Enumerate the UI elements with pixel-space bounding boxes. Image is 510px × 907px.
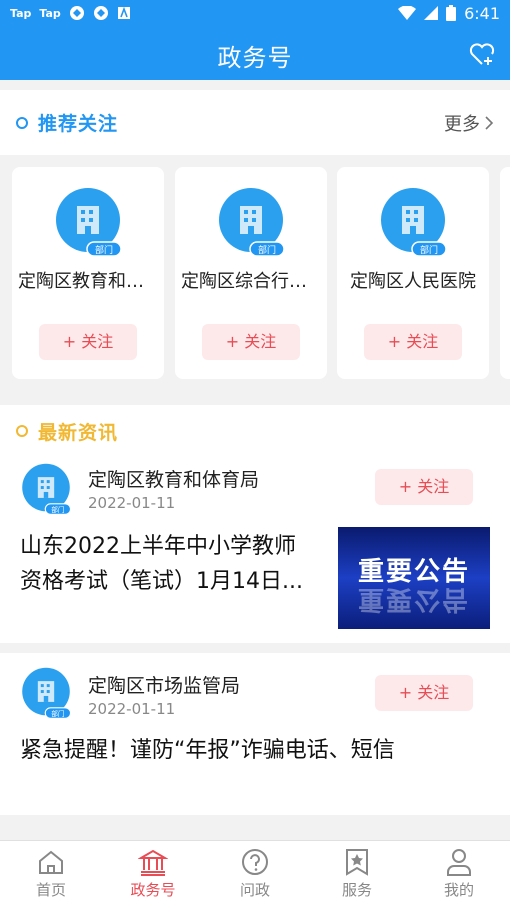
follow-button[interactable]: + 关注 <box>375 469 473 505</box>
taptap-icon: Tap <box>39 6 61 20</box>
news-date: 2022-01-11 <box>88 494 176 512</box>
question-icon <box>242 849 268 875</box>
battery-icon <box>446 5 457 21</box>
recommend-card[interactable]: 部门 定陶区综合行政执法局 + 关注 <box>175 167 327 379</box>
tab-mine[interactable]: 我的 <box>408 841 510 907</box>
svg-text:部门: 部门 <box>258 244 276 256</box>
taptap-icon: Tap <box>10 6 32 20</box>
more-link[interactable]: 更多 <box>444 110 494 136</box>
svg-text:部门: 部门 <box>51 709 65 718</box>
news-source: 定陶区市场监管局 <box>88 675 241 697</box>
app-notification-icon <box>93 6 108 20</box>
svg-text:部门: 部门 <box>51 505 65 514</box>
recommend-title: 推荐关注 <box>38 113 119 135</box>
news-headline[interactable]: 紧急提醒！谨防“年报”诈骗电话、短信 <box>20 733 395 768</box>
headline-line: 山东2022上半年中小学教师 <box>20 534 296 559</box>
department-logo-icon: 部门 <box>56 188 122 257</box>
card-name: 定陶区教育和体育局 <box>18 271 164 292</box>
follow-button[interactable]: + 关注 <box>202 324 300 360</box>
department-logo-icon: 部门 <box>22 667 72 719</box>
favorite-add-icon[interactable] <box>468 40 496 68</box>
department-logo-icon: 部门 <box>22 463 72 515</box>
page-title: 政务号 <box>217 44 293 72</box>
news-source: 定陶区教育和体育局 <box>88 469 260 491</box>
chevron-right-icon <box>485 115 494 130</box>
news-item[interactable]: 部门 定陶区教育和体育局 2022-01-11 + 关注 山东2022上半年中小… <box>0 457 510 643</box>
news-date: 2022-01-11 <box>88 700 176 718</box>
news-section-header: 最新资讯 <box>0 405 510 457</box>
headline-line: 资格考试（笔试）1月14日... <box>20 569 303 594</box>
app-notification-icon <box>117 6 130 19</box>
app-bar: 政务号 <box>0 26 510 80</box>
recommend-card[interactable]: 部门 定陶区教育和体育局 + 关注 <box>12 167 164 379</box>
person-icon <box>447 849 471 876</box>
news-thumbnail[interactable]: 重要公告 重要公告 <box>338 527 490 629</box>
home-icon <box>39 850 63 874</box>
news-headline[interactable]: 山东2022上半年中小学教师 资格考试（笔试）1月14日... <box>20 529 303 599</box>
tab-label: 问政 <box>239 881 270 899</box>
follow-button[interactable]: + 关注 <box>364 324 462 360</box>
svg-text:部门: 部门 <box>420 244 438 256</box>
tab-label: 政务号 <box>130 881 176 899</box>
recommend-card-partial[interactable] <box>500 167 510 379</box>
section-dot-icon <box>16 425 28 437</box>
government-building-icon <box>138 849 168 876</box>
status-bar: Tap Tap 6:41 <box>0 0 510 26</box>
tab-label: 服务 <box>341 881 372 899</box>
status-time: 6:41 <box>464 3 500 23</box>
card-name: 定陶区综合行政执法局 <box>181 271 327 292</box>
svg-text:部门: 部门 <box>95 244 113 256</box>
star-bookmark-icon <box>346 849 368 876</box>
recommend-cards: 部门 定陶区教育和体育局 + 关注 部门 定陶区综合行政执法局 + 关注 部门 … <box>0 155 510 395</box>
thumbnail-reflection: 重要公告 <box>357 584 470 614</box>
signal-icon <box>424 6 439 20</box>
tab-government[interactable]: 政务号 <box>102 841 204 907</box>
app-notification-icon <box>69 6 84 20</box>
news-item[interactable]: 部门 定陶区市场监管局 2022-01-11 + 关注 紧急提醒！谨防“年报”诈… <box>0 653 510 815</box>
more-label: 更多 <box>444 113 480 135</box>
recommend-card[interactable]: 部门 定陶区人民医院 + 关注 <box>337 167 489 379</box>
tab-inquiry[interactable]: 问政 <box>204 841 306 907</box>
bottom-tab-bar: 首页 政务号 问政 服务 我的 <box>0 840 510 907</box>
tab-label: 首页 <box>35 881 66 899</box>
follow-button[interactable]: + 关注 <box>375 675 473 711</box>
department-logo-icon: 部门 <box>219 188 285 257</box>
tab-home[interactable]: 首页 <box>0 841 102 907</box>
recommend-section: 推荐关注 更多 <box>0 90 510 155</box>
department-logo-icon: 部门 <box>381 188 447 257</box>
card-name: 定陶区人民医院 <box>350 271 476 292</box>
follow-button[interactable]: + 关注 <box>39 324 137 360</box>
tab-service[interactable]: 服务 <box>306 841 408 907</box>
wifi-icon <box>398 6 417 20</box>
tab-label: 我的 <box>443 881 474 899</box>
news-title: 最新资讯 <box>38 421 119 444</box>
section-dot-icon <box>16 116 28 129</box>
